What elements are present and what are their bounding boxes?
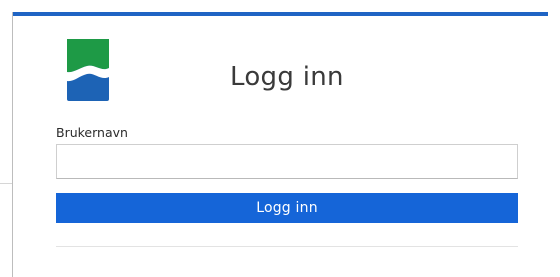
login-window: Logg inn Brukernavn Logg inn: [0, 0, 560, 277]
window-left-border: [12, 12, 13, 277]
wave-logo-icon: [67, 39, 109, 101]
form-divider: [56, 246, 518, 247]
window-edge-line: [0, 183, 12, 184]
username-input[interactable]: [56, 144, 518, 179]
top-accent-bar: [12, 12, 548, 16]
page-title: Logg inn: [230, 62, 344, 92]
login-button[interactable]: Logg inn: [56, 193, 518, 223]
username-label: Brukernavn: [56, 125, 128, 140]
